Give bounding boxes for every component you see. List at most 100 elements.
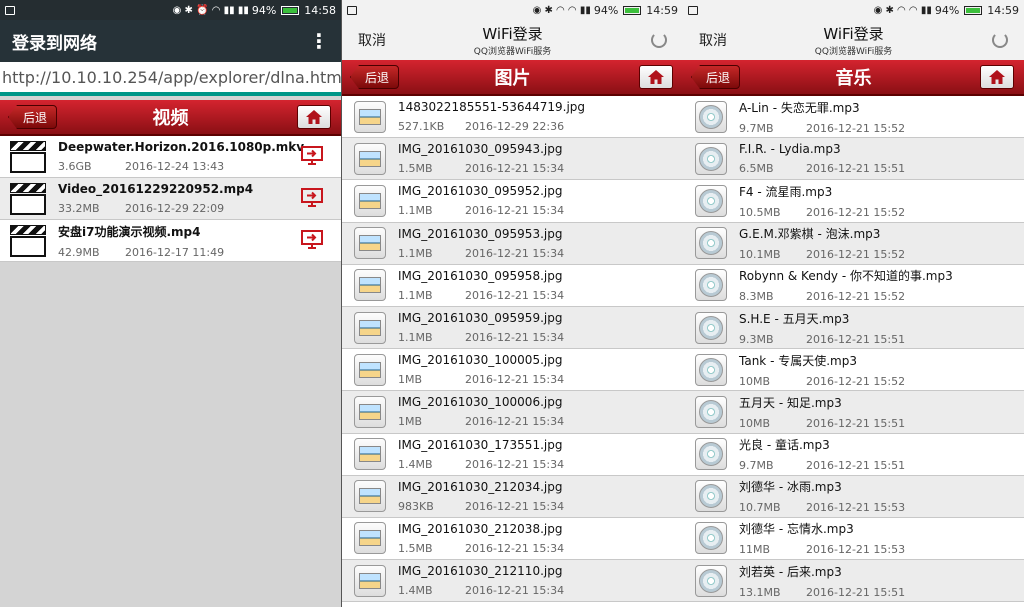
- list-item[interactable]: IMG_20161030_095958.jpg 1.1MB 2016-12-21 1…: [342, 264, 683, 307]
- list-item[interactable]: IMG_20161030_212110.jpg 1.4MB 2016-12-21 1…: [342, 560, 683, 603]
- audio-file-icon: [695, 311, 727, 344]
- list-item[interactable]: 1483022185551-53644719.jpg 527.1KB 2016-12…: [342, 96, 683, 139]
- list-item[interactable]: A-Lin - 失恋无罪.mp3 9.7MB 2016-12-21 15:52: [683, 96, 1024, 139]
- file-info: IMG_20161030_100006.jpg 1MB 2016-12-21 15:…: [398, 395, 564, 428]
- list-item[interactable]: IMG_20161030_173551.jpg 1.4MB 2016-12-21 1…: [342, 433, 683, 476]
- file-size: 527.1KB: [398, 120, 445, 134]
- file-meta: 1.4MB 2016-12-21 15:34: [398, 584, 564, 597]
- list-item[interactable]: IMG_20161030_095952.jpg 1.1MB 2016-12-21 1…: [342, 180, 683, 223]
- list-item[interactable]: Video_20161229220952.mp4 33.2MB 2016-12-29…: [0, 178, 341, 220]
- file-date: 2016-12-21 15:53: [806, 501, 906, 515]
- home-button[interactable]: [639, 65, 673, 89]
- list-item[interactable]: 安盘i7功能演示视频.mp4 42.9MB 2016-12-17 11:49: [0, 220, 341, 262]
- file-meta: 1MB 2016-12-21 15:34: [398, 415, 564, 428]
- file-date: 2016-12-21 15:34: [465, 457, 565, 471]
- list-item[interactable]: IMG_20161030_100006.jpg 1MB 2016-12-21 15:…: [342, 391, 683, 434]
- list-item[interactable]: IMG_20161030_095943.jpg 1.5MB 2016-12-21 1…: [342, 138, 683, 181]
- home-icon: [989, 70, 1005, 84]
- audio-file-icon: [695, 100, 727, 133]
- home-button[interactable]: [297, 105, 331, 129]
- audio-file-icon: [695, 142, 727, 175]
- file-date: 2016-12-29 22:36: [465, 120, 565, 134]
- audio-file-icon: [695, 227, 727, 260]
- list-item[interactable]: G.E.M.邓紫棋 - 泡沫.mp3 10.1MB 2016-12-21 15:52: [683, 222, 1024, 265]
- refresh-icon[interactable]: [992, 32, 1008, 48]
- file-info: IMG_20161030_095959.jpg 1.1MB 2016-12-21 1…: [398, 311, 564, 344]
- list-item[interactable]: 刘德华 - 冰雨.mp3 10.7MB 2016-12-21 15:53: [683, 475, 1024, 518]
- file-size: 33.2MB: [58, 202, 100, 215]
- wifi-login-title: WiFi登录 QQ浏览器WiFi服务: [683, 23, 1024, 57]
- file-info: IMG_20161030_095952.jpg 1.1MB 2016-12-21 1…: [398, 184, 564, 217]
- file-meta: 9.7MB 2016-12-21 15:52: [739, 122, 905, 135]
- cast-to-tv-icon[interactable]: [301, 146, 323, 166]
- file-name: IMG_20161030_100005.jpg: [398, 353, 563, 368]
- file-date: 2016-12-21 15:51: [806, 332, 906, 346]
- home-button[interactable]: [980, 65, 1014, 89]
- file-info: S.H.E - 五月天.mp3 9.3MB 2016-12-21 15:51: [739, 310, 905, 346]
- back-button[interactable]: 后退: [350, 65, 400, 89]
- back-button[interactable]: 后退: [8, 105, 58, 129]
- file-date: 2016-12-21 15:52: [806, 121, 906, 135]
- music-panel: ◉ ✱ ◠ ◠ ▮▮ 94% 14:59 取消 WiFi登录 QQ浏览器WiFi…: [683, 0, 1024, 607]
- file-name: IMG_20161030_212110.jpg: [398, 564, 563, 579]
- list-item[interactable]: F4 - 流星雨.mp3 10.5MB 2016-12-21 15:52: [683, 180, 1024, 223]
- image-notification-icon: [347, 5, 357, 15]
- list-item[interactable]: Robynn & Kendy - 你不知道的事.mp3 8.3MB 2016-12-…: [683, 264, 1024, 307]
- file-info: 刘德华 - 忘情水.mp3 11MB 2016-12-21 15:53: [739, 520, 905, 556]
- list-item[interactable]: 光良 - 童话.mp3 9.7MB 2016-12-21 15:51: [683, 433, 1024, 476]
- list-item[interactable]: F.I.R. - Lydia.mp3 6.5MB 2016-12-21 15:51: [683, 138, 1024, 181]
- file-name: Video_20161229220952.mp4: [58, 182, 254, 196]
- file-date: 2016-12-21 15:52: [806, 374, 906, 388]
- file-date: 2016-12-21 15:51: [806, 416, 906, 430]
- file-name: Tank - 专属天使.mp3: [739, 353, 857, 368]
- file-meta: 9.3MB 2016-12-21 15:51: [739, 333, 905, 346]
- file-name: G.E.M.邓紫棋 - 泡沫.mp3: [739, 227, 881, 242]
- file-meta: 33.2MB 2016-12-29 22:09: [58, 202, 253, 215]
- music-list: A-Lin - 失恋无罪.mp3 9.7MB 2016-12-21 15:52 F.I…: [683, 96, 1024, 603]
- url-bar[interactable]: http://10.10.10.254/app/explorer/dlna.ht…: [0, 62, 341, 96]
- list-item[interactable]: 刘德华 - 忘情水.mp3 11MB 2016-12-21 15:53: [683, 517, 1024, 561]
- file-size: 9.7MB: [739, 121, 774, 135]
- file-meta: 983KB 2016-12-21 15:34: [398, 500, 564, 513]
- file-name: 刘德华 - 冰雨.mp3: [739, 480, 842, 495]
- file-info: IMG_20161030_100005.jpg 1MB 2016-12-21 15:…: [398, 353, 564, 386]
- home-icon: [648, 70, 664, 84]
- app-header: 后退 音乐: [683, 60, 1024, 96]
- list-item[interactable]: IMG_20161030_095959.jpg 1.1MB 2016-12-21 1…: [342, 306, 683, 350]
- file-info: Deepwater.Horizon.2016.1080p.mkv 3.6GB 201…: [58, 140, 304, 173]
- audio-file-icon: [695, 269, 727, 302]
- file-meta: 1.1MB 2016-12-21 15:34: [398, 331, 564, 344]
- wifi-subtitle: QQ浏览器WiFi服务: [814, 47, 893, 57]
- overflow-menu-icon[interactable]: ⋮: [309, 31, 329, 51]
- list-item[interactable]: 刘若英 - 后来.mp3 13.1MB 2016-12-21 15:51: [683, 560, 1024, 603]
- file-meta: 10MB 2016-12-21 15:51: [739, 417, 905, 430]
- home-icon: [306, 110, 322, 124]
- image-file-icon: [354, 564, 386, 597]
- list-item[interactable]: IMG_20161030_212034.jpg 983KB 2016-12-21 1…: [342, 475, 683, 518]
- browser-title: 登录到网络: [12, 33, 97, 54]
- refresh-icon[interactable]: [651, 32, 667, 48]
- image-file-icon: [354, 311, 386, 344]
- back-button[interactable]: 后退: [691, 65, 741, 89]
- file-size: 1.1MB: [398, 288, 433, 302]
- file-size: 9.7MB: [739, 459, 774, 473]
- list-item[interactable]: IMG_20161030_095953.jpg 1.1MB 2016-12-21 1…: [342, 222, 683, 265]
- file-size: 983KB: [398, 499, 434, 513]
- list-item[interactable]: Tank - 专属天使.mp3 10MB 2016-12-21 15:52: [683, 349, 1024, 392]
- cast-to-tv-icon[interactable]: [301, 230, 323, 250]
- clock: 14:59: [646, 3, 678, 17]
- status-bar: ◉ ✱ ◠ ◠ ▮▮ 94% 14:59: [683, 0, 1024, 20]
- list-item[interactable]: S.H.E - 五月天.mp3 9.3MB 2016-12-21 15:51: [683, 306, 1024, 350]
- file-info: G.E.M.邓紫棋 - 泡沫.mp3 10.1MB 2016-12-21 15:52: [739, 225, 905, 261]
- list-item[interactable]: IMG_20161030_100005.jpg 1MB 2016-12-21 15:…: [342, 349, 683, 392]
- cancel-button[interactable]: 取消: [699, 30, 727, 50]
- file-info: Robynn & Kendy - 你不知道的事.mp3 8.3MB 2016-12-…: [739, 267, 953, 303]
- file-name: 安盘i7功能演示视频.mp4: [58, 224, 201, 239]
- list-item[interactable]: Deepwater.Horizon.2016.1080p.mkv 3.6GB 201…: [0, 136, 341, 178]
- wifi-login-bar: 取消 WiFi登录 QQ浏览器WiFi服务: [342, 20, 683, 60]
- file-date: 2016-12-21 15:51: [806, 459, 906, 473]
- list-item[interactable]: IMG_20161030_212038.jpg 1.5MB 2016-12-21 1…: [342, 517, 683, 561]
- cancel-button[interactable]: 取消: [358, 30, 386, 50]
- list-item[interactable]: 五月天 - 知足.mp3 10MB 2016-12-21 15:51: [683, 391, 1024, 434]
- cast-to-tv-icon[interactable]: [301, 188, 323, 208]
